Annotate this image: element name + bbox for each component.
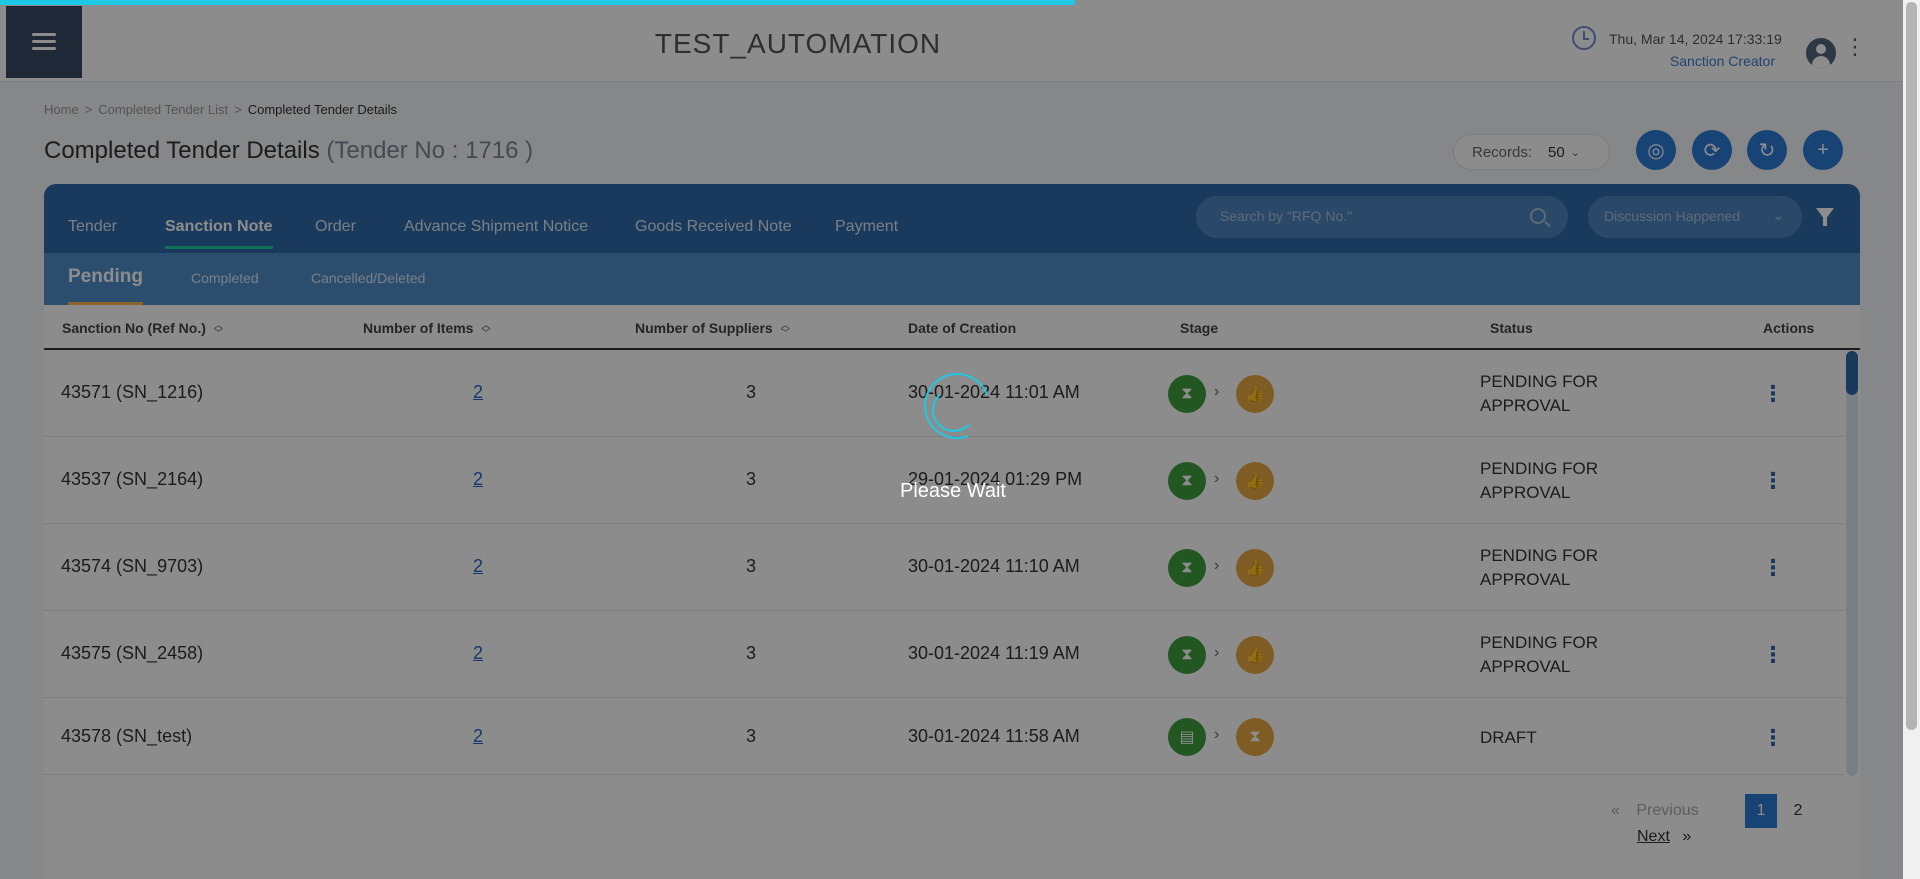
window-scrollbar[interactable] <box>1903 0 1920 879</box>
loading-spinner-inner-icon <box>932 388 976 432</box>
window-scrollbar-thumb[interactable] <box>1906 2 1917 730</box>
page-load-progress-bar <box>0 0 1076 5</box>
loading-overlay: Please Wait <box>0 0 1903 879</box>
please-wait-text: Please Wait <box>900 480 1006 502</box>
